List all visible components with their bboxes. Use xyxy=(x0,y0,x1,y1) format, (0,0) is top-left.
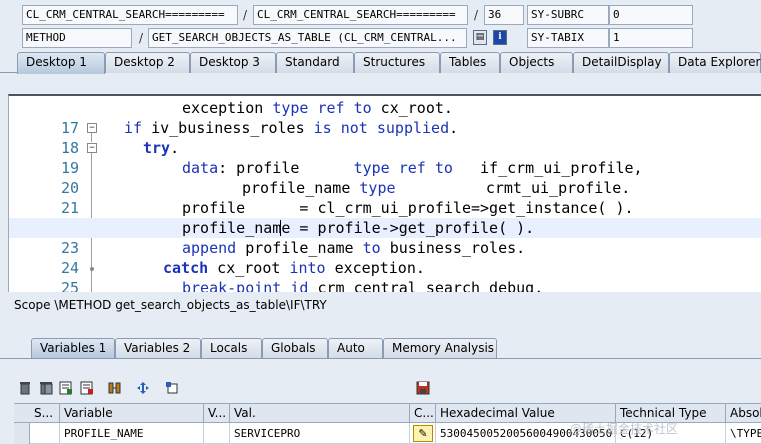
line-number-field[interactable]: 36 xyxy=(484,5,524,25)
absolute-type-cell: \TYPE xyxy=(730,427,761,440)
tab-detail-display[interactable]: DetailDisplay xyxy=(573,52,669,73)
new-tool-icon[interactable] xyxy=(165,381,179,395)
code-line: 19 − try. xyxy=(9,138,761,177)
tab-desktop-1[interactable]: Desktop 1 xyxy=(17,52,105,74)
fold-point-icon xyxy=(90,267,94,271)
tab-locals[interactable]: Locals xyxy=(201,338,262,358)
debugger-info-row-1: CL_CRM_CENTRAL_SEARCH========= / CL_CRM_… xyxy=(0,4,761,26)
tab-standard[interactable]: Standard xyxy=(276,52,354,73)
column-header-v[interactable]: V... xyxy=(204,404,230,423)
tab-objects[interactable]: Objects xyxy=(500,52,573,73)
collapse-icon[interactable]: − xyxy=(87,123,97,133)
source-code-editor[interactable]: 17 exception type ref to cx_root. 18 − i… xyxy=(8,94,761,292)
column-header-absolute[interactable]: Absolu xyxy=(726,404,761,423)
debugger-info-row-2: METHOD / GET_SEARCH_OBJECTS_AS_TABLE (CL… xyxy=(0,27,761,49)
column-header-value[interactable]: Val. xyxy=(230,404,410,423)
watermark: @稀土掘金技术社区 xyxy=(570,422,679,436)
tab-variables-1[interactable]: Variables 1 xyxy=(31,338,115,358)
tab-desktop-2[interactable]: Desktop 2 xyxy=(105,52,190,73)
navigate-icon[interactable] xyxy=(136,381,150,395)
code-line: 18 − if iv_business_roles is not supplie… xyxy=(9,118,761,157)
current-code-line: 23 profile_name = profile->get_profile( … xyxy=(9,218,761,257)
separator-3: / xyxy=(138,31,144,45)
tab-globals[interactable]: Globals xyxy=(262,338,328,358)
code-line: 26 break-point id crm central search deb… xyxy=(182,279,544,292)
edit-pencil-icon[interactable]: ✎ xyxy=(413,425,433,442)
tab-tables[interactable]: Tables xyxy=(440,52,500,73)
code-line: 17 exception type ref to cx_root. xyxy=(9,98,761,137)
sy-field-name-2[interactable]: SY-TABIX xyxy=(527,28,609,48)
delete-all-icon[interactable] xyxy=(39,381,53,395)
code-line: 25 catch cx_root into exception. xyxy=(9,258,761,292)
tab-variables-2[interactable]: Variables 2 xyxy=(115,338,201,358)
tab-memory-analysis[interactable]: Memory Analysis xyxy=(383,338,497,358)
info-icon[interactable]: i xyxy=(493,30,507,45)
status-cell xyxy=(30,423,60,444)
sy-field-value-2[interactable]: 1 xyxy=(609,28,693,48)
scope-indicator: Scope \METHOD get_search_objects_as_tabl… xyxy=(0,295,761,315)
event-field[interactable]: GET_SEARCH_OBJECTS_AS_TABLE (CL_CRM_CENT… xyxy=(148,28,467,48)
separator-1: / xyxy=(242,8,248,22)
text-cursor xyxy=(280,220,281,236)
export-icon[interactable] xyxy=(80,381,94,395)
desktop-tabstrip: Desktop 1 Desktop 2 Desktop 3 Standard S… xyxy=(0,51,761,74)
delete-icon[interactable] xyxy=(18,381,32,395)
tab-structures[interactable]: Structures xyxy=(354,52,440,73)
save-icon[interactable] xyxy=(416,381,430,395)
import-icon[interactable] xyxy=(59,381,73,395)
sy-field-name-1[interactable]: SY-SUBRC xyxy=(527,5,609,25)
code-line: 24 append profile_name to business_roles… xyxy=(9,238,761,277)
include-field[interactable]: CL_CRM_CENTRAL_SEARCH========= xyxy=(253,5,468,25)
value-cell[interactable]: SERVICEPRO xyxy=(230,423,410,444)
display-source-icon[interactable]: ▤ xyxy=(473,30,487,45)
variables-tabstrip: Variables 1 Variables 2 Locals Globals A… xyxy=(0,338,761,359)
v-cell xyxy=(204,423,230,444)
code-line: 21 profile_name type crmt_ui_profile. xyxy=(9,178,761,217)
row-selector[interactable] xyxy=(14,423,30,444)
collapse-icon[interactable]: − xyxy=(87,143,97,153)
tab-desktop-3[interactable]: Desktop 3 xyxy=(190,52,276,73)
variable-cell[interactable]: PROFILE_NAME xyxy=(60,423,204,444)
column-header-variable[interactable]: Variable xyxy=(60,404,204,423)
code-line: 20 data: profile type ref to if_crm_ui_p… xyxy=(9,158,761,197)
program-field[interactable]: CL_CRM_CENTRAL_SEARCH========= xyxy=(22,5,238,25)
column-header-change[interactable]: C... xyxy=(410,404,436,423)
separator-2: / xyxy=(473,8,479,22)
tab-auto[interactable]: Auto xyxy=(328,338,383,358)
code-line: 22 profile = cl_crm_ui_profile=>get_inst… xyxy=(9,198,761,237)
tab-data-explorer[interactable]: Data Explorer xyxy=(669,52,761,73)
event-type-field[interactable]: METHOD xyxy=(22,28,132,48)
column-header-status[interactable]: S... xyxy=(30,404,60,423)
sy-field-value-1[interactable]: 0 xyxy=(609,5,693,25)
configure-columns-icon[interactable] xyxy=(108,381,122,395)
